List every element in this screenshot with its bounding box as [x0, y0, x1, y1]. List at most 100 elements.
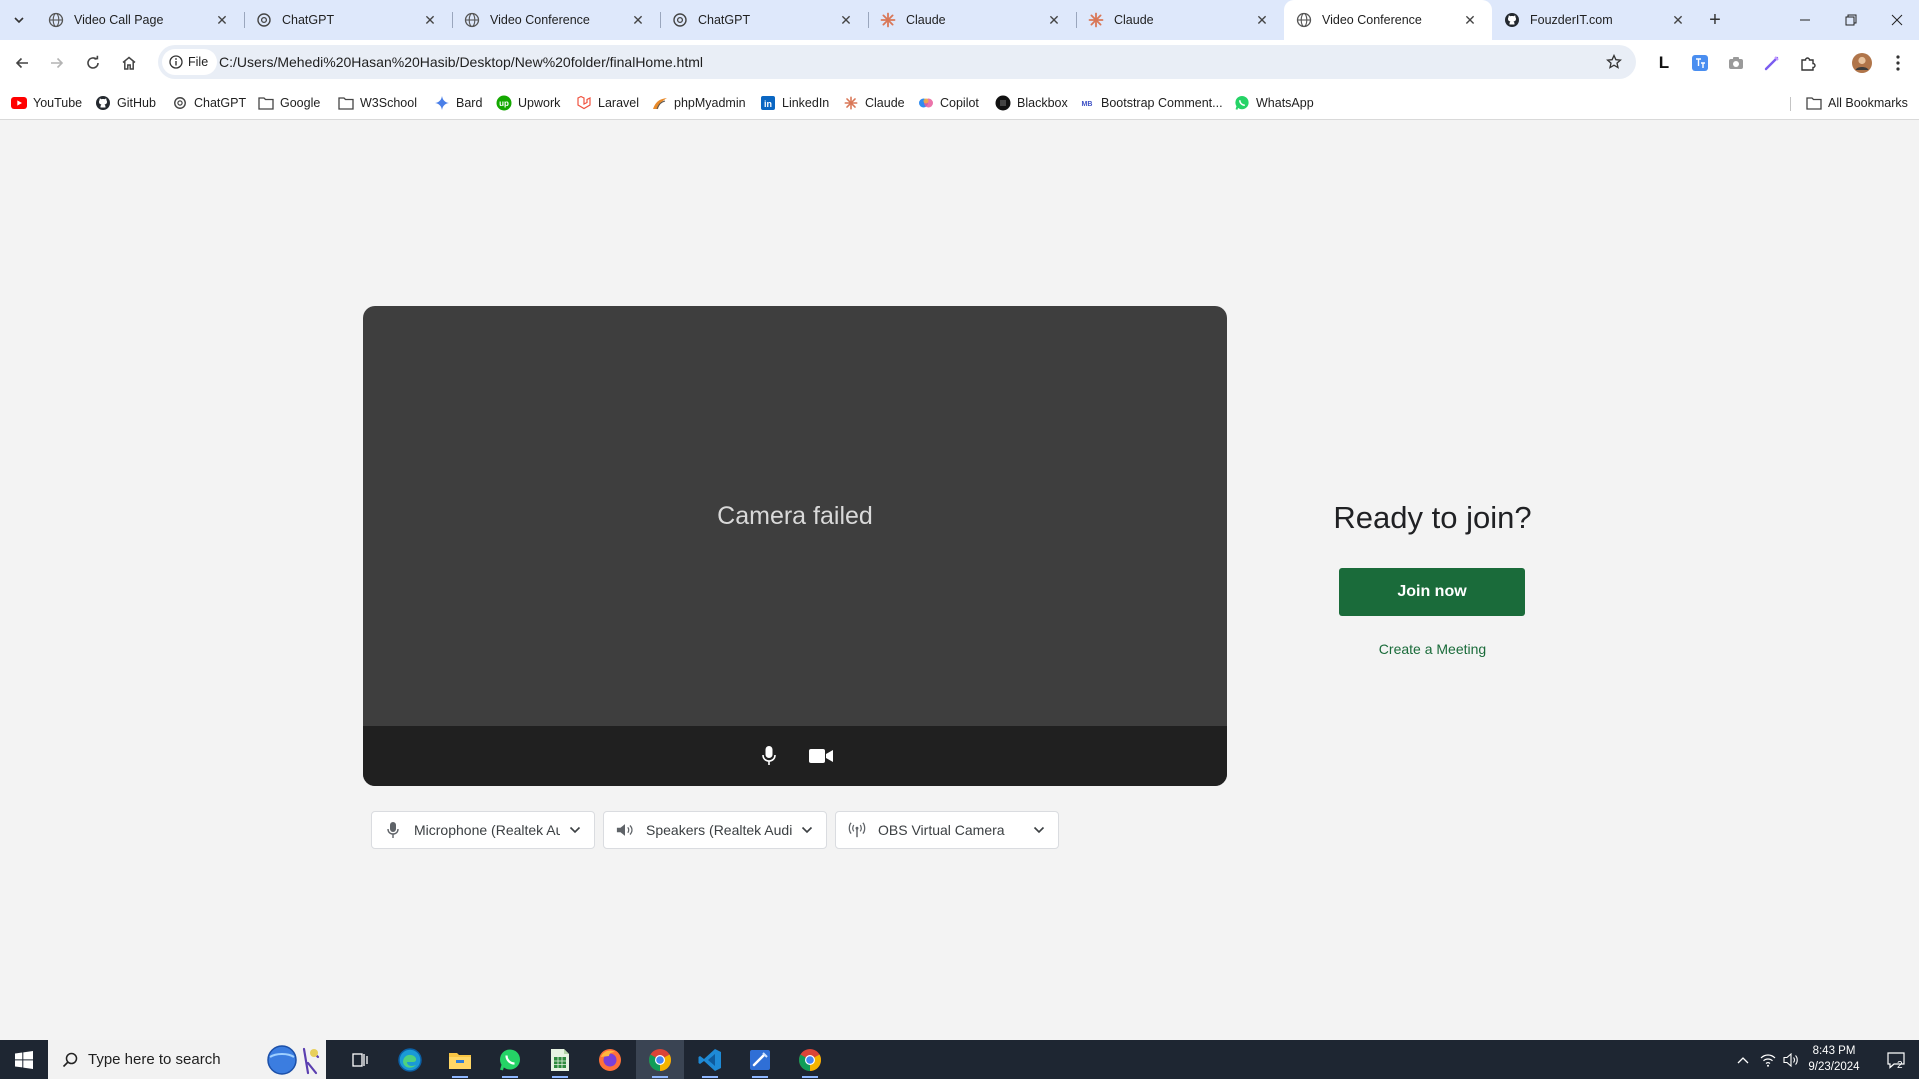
extension-camera-button[interactable]: [1722, 49, 1750, 77]
bookmark-star-button[interactable]: [1604, 52, 1624, 72]
chatgpt-icon: [256, 12, 272, 28]
search-highlight-icon: [262, 1043, 324, 1079]
bookmark-bootstrap-comment[interactable]: MB Bootstrap Comment...: [1079, 92, 1223, 114]
close-icon[interactable]: ✕: [1462, 12, 1478, 28]
taskbar-search-box[interactable]: Type here to search: [48, 1040, 326, 1079]
extensions-button[interactable]: [1794, 49, 1822, 77]
home-icon: [122, 56, 136, 70]
close-icon[interactable]: ✕: [1046, 12, 1062, 28]
camera-select[interactable]: OBS Virtual Camera: [835, 811, 1059, 849]
video-preview: Camera failed: [363, 306, 1227, 786]
tab-title: Video Call Page: [74, 13, 164, 27]
taskbar-chrome[interactable]: [786, 1040, 834, 1079]
github-icon: [1504, 12, 1520, 28]
folder-icon: [258, 95, 274, 111]
ready-heading: Ready to join?: [1333, 500, 1532, 535]
bookmark-blackbox[interactable]: Blackbox: [995, 92, 1068, 114]
taskbar-clock[interactable]: 8:43 PM 9/23/2024: [1794, 1043, 1874, 1075]
join-now-button[interactable]: Join now: [1339, 568, 1525, 616]
profile-avatar[interactable]: [1848, 49, 1876, 77]
tab-chatgpt[interactable]: ChatGPT ✕: [660, 0, 868, 40]
bookmark-copilot[interactable]: Copilot: [918, 92, 979, 114]
create-meeting-link[interactable]: Create a Meeting: [1320, 641, 1545, 657]
taskbar-firefox[interactable]: [586, 1040, 634, 1079]
camera-toggle-button[interactable]: [805, 740, 837, 772]
search-icon: [62, 1052, 78, 1068]
chevron-down-icon: [1030, 821, 1048, 839]
tab-claude[interactable]: Claude ✕: [868, 0, 1076, 40]
tab-search-button[interactable]: [6, 7, 32, 33]
bookmark-youtube[interactable]: YouTube: [11, 92, 82, 114]
close-icon[interactable]: ✕: [838, 12, 854, 28]
extension-translate-button[interactable]: [1686, 49, 1714, 77]
bookmark-upwork[interactable]: up Upwork: [496, 92, 560, 114]
url-text[interactable]: C:/Users/Mehedi%20Hasan%20Hasib/Desktop/…: [219, 54, 703, 70]
new-tab-button[interactable]: +: [1702, 7, 1728, 33]
all-bookmarks-button[interactable]: All Bookmarks: [1806, 92, 1908, 114]
show-hidden-icons-button[interactable]: [1730, 1040, 1756, 1079]
bookmark-phpmyadmin[interactable]: phpMyadmin: [652, 92, 746, 114]
start-button[interactable]: [0, 1040, 48, 1079]
forward-button[interactable]: [43, 49, 71, 77]
bookmark-github[interactable]: GitHub: [95, 92, 156, 114]
taskbar-vscode[interactable]: [686, 1040, 734, 1079]
folder-icon: [338, 95, 354, 111]
taskbar-file-explorer[interactable]: [436, 1040, 484, 1079]
phpmyadmin-icon: [652, 95, 668, 111]
close-icon[interactable]: ✕: [1254, 12, 1270, 28]
site-info-chip[interactable]: File: [162, 49, 218, 75]
browser-menu-button[interactable]: [1884, 49, 1912, 77]
linkedin-icon: in: [760, 95, 776, 111]
home-button[interactable]: [115, 49, 143, 77]
close-icon[interactable]: ✕: [422, 12, 438, 28]
tab-video-conference[interactable]: Video Conference ✕: [452, 0, 660, 40]
task-view-icon: [352, 1052, 368, 1067]
reload-button[interactable]: [79, 49, 107, 77]
extension-l-button[interactable]: L: [1650, 49, 1678, 77]
tab-claude[interactable]: Claude ✕: [1076, 0, 1284, 40]
tab-strip: Video Call Page ✕ ChatGPT ✕ Video Confer…: [0, 0, 1919, 40]
close-icon[interactable]: ✕: [630, 12, 646, 28]
bookmark-folder-w3school[interactable]: W3School: [338, 92, 417, 114]
taskbar-spreadsheet[interactable]: [536, 1040, 584, 1079]
network-status[interactable]: [1756, 1040, 1780, 1079]
address-bar[interactable]: File C:/Users/Mehedi%20Hasan%20Hasib/Des…: [158, 45, 1636, 79]
close-window-button[interactable]: [1874, 0, 1919, 40]
bookmark-chatgpt[interactable]: ChatGPT: [172, 92, 246, 114]
taskbar-chrome-active[interactable]: [636, 1040, 684, 1079]
tab-chatgpt[interactable]: ChatGPT ✕: [244, 0, 452, 40]
join-panel: Ready to join? Join now Create a Meeting: [1320, 500, 1545, 657]
windows-logo-icon: [15, 1050, 33, 1069]
camera-status-message: Camera failed: [717, 501, 873, 530]
task-view-button[interactable]: [336, 1040, 384, 1079]
taskbar-edge[interactable]: [386, 1040, 434, 1079]
tab-video-call-page[interactable]: Video Call Page ✕: [36, 0, 244, 40]
close-icon[interactable]: ✕: [214, 12, 230, 28]
restore-button[interactable]: [1828, 0, 1874, 40]
microphone-toggle-button[interactable]: [753, 740, 785, 772]
bookmark-linkedin[interactable]: in LinkedIn: [760, 92, 829, 114]
spreadsheet-icon: [551, 1048, 569, 1071]
bookmark-folder-google[interactable]: Google: [258, 92, 320, 114]
notifications-button[interactable]: 2: [1876, 1040, 1916, 1079]
taskbar-whatsapp[interactable]: [486, 1040, 534, 1079]
chrome-icon: [799, 1048, 821, 1071]
back-button[interactable]: [8, 49, 36, 77]
chevron-down-icon: [566, 821, 584, 839]
bookmark-claude[interactable]: Claude: [843, 92, 905, 114]
minimize-button[interactable]: [1782, 0, 1828, 40]
microphone-select[interactable]: Microphone (Realtek Audio): [371, 811, 595, 849]
taskbar-paint[interactable]: [736, 1040, 784, 1079]
bookmark-bard[interactable]: Bard: [434, 92, 482, 114]
camera-icon: [1729, 57, 1743, 69]
bookmark-whatsapp[interactable]: WhatsApp: [1234, 92, 1314, 114]
upwork-icon: up: [496, 95, 512, 111]
close-icon[interactable]: ✕: [1670, 12, 1686, 28]
extension-pen-button[interactable]: [1758, 49, 1786, 77]
bookmark-laravel[interactable]: Laravel: [576, 92, 639, 114]
bookmarks-bar: YouTube GitHub ChatGPT Google W3School B…: [0, 86, 1919, 120]
tab-video-conference-active[interactable]: Video Conference ✕: [1284, 0, 1492, 40]
chevron-up-icon: [1737, 1056, 1749, 1063]
speakers-select[interactable]: Speakers (Realtek Audio): [603, 811, 827, 849]
tab-fouzderit[interactable]: FouzderIT.com ✕: [1492, 0, 1700, 40]
